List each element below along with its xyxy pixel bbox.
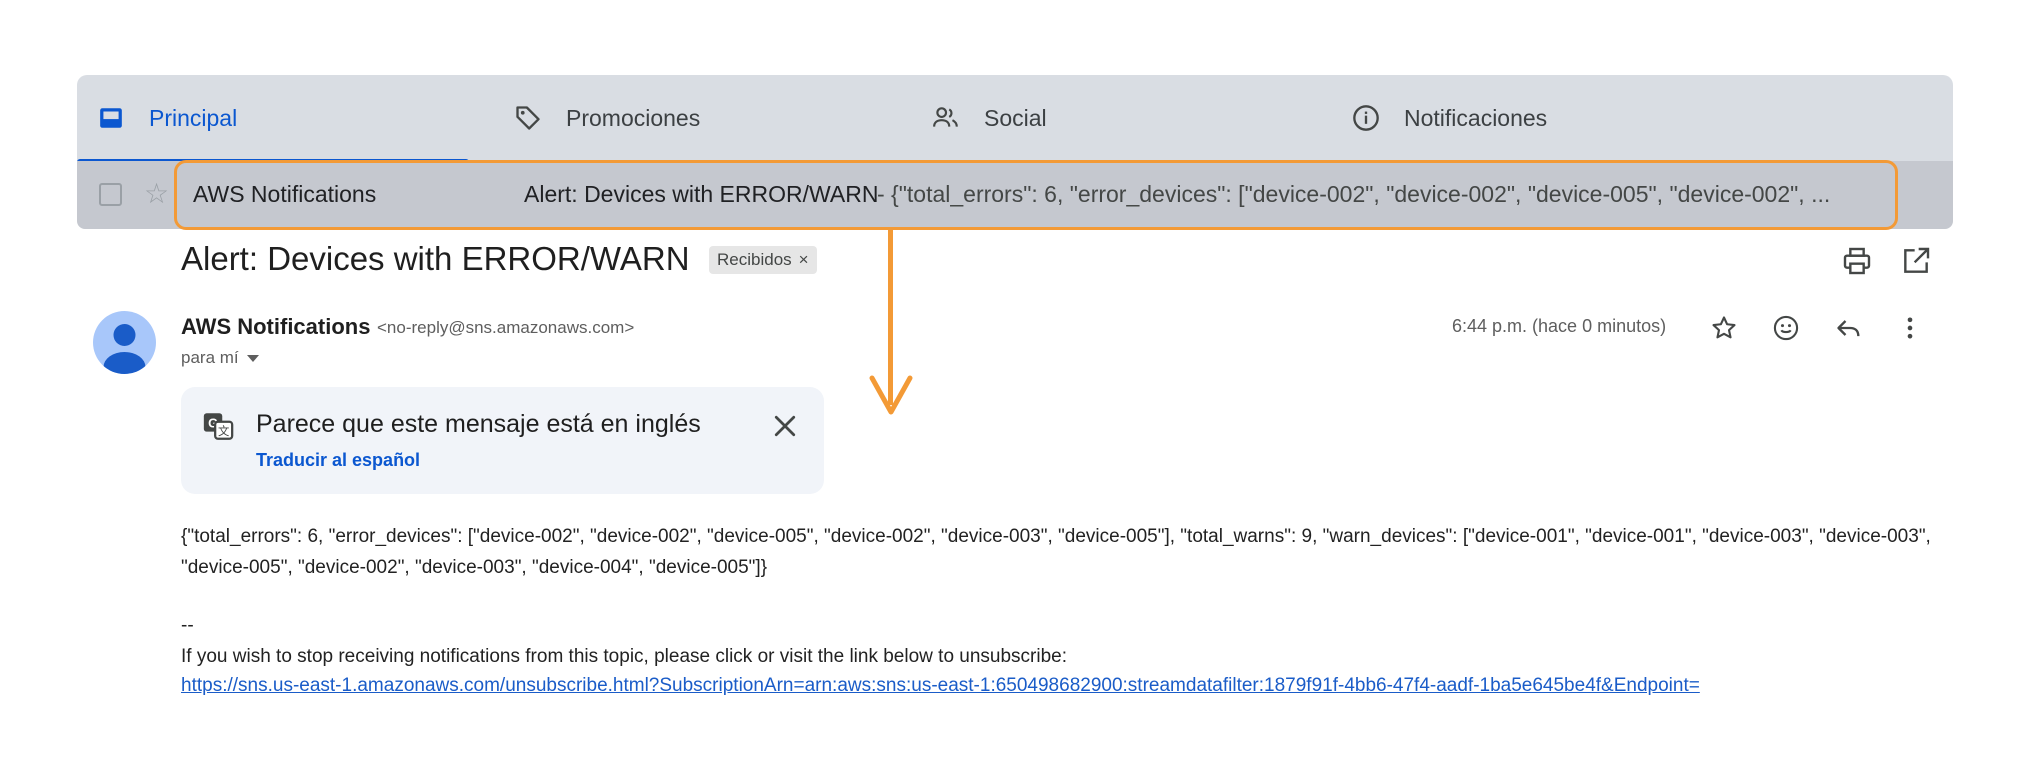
tag-icon [514,104,542,132]
email-list-row[interactable]: ☆ AWS Notifications Alert: Devices with … [77,161,1953,229]
tab-principal[interactable]: Principal [77,75,469,163]
recipient-text: para mí [181,348,239,367]
translate-link[interactable]: Traducir al español [256,450,420,471]
recipient-details-toggle[interactable]: para mí [181,348,259,368]
row-subject: Alert: Devices with ERROR/WARN [524,181,879,207]
unsubscribe-link[interactable]: https://sns.us-east-1.amazonaws.com/unsu… [181,675,1700,697]
info-icon [1352,104,1380,132]
inbox-label-chip: Recibidos × [709,246,817,274]
inbox-icon [97,104,125,132]
reply-icon[interactable] [1832,311,1866,345]
open-in-new-window-icon[interactable] [1900,245,1932,277]
tab-promociones[interactable]: Promociones [514,75,700,161]
star-icon[interactable] [1707,311,1741,345]
tab-label: Notificaciones [1404,104,1548,131]
row-checkbox[interactable] [99,183,122,206]
star-icon[interactable]: ☆ [144,179,169,209]
row-snippet: - {"total_errors": 6, "error_devices": [… [877,181,1831,207]
emoji-reaction-icon[interactable] [1769,311,1803,345]
avatar[interactable] [93,311,156,374]
signature-separator: -- [181,615,194,636]
chevron-down-icon [246,354,259,362]
translate-banner: G文 Parece que este mensaje está en inglé… [181,387,824,494]
translate-message: Parece que este mensaje está en inglés [256,410,701,438]
tab-label: Social [984,104,1047,131]
unsubscribe-text: If you wish to stop receiving notificati… [181,646,1068,667]
translate-icon: G文 [201,409,235,443]
tab-social[interactable]: Social [932,75,1047,161]
svg-text:文: 文 [218,424,229,438]
label-chip-text: Recibidos [717,250,792,269]
message-subject: Alert: Devices with ERROR/WARN [181,240,690,277]
more-options-icon[interactable] [1893,311,1927,345]
message-body-json: {"total_errors": 6, "error_devices": ["d… [181,526,1931,578]
remove-label-icon[interactable]: × [799,250,809,270]
tab-label: Promociones [566,104,701,131]
people-icon [932,104,960,132]
tab-label: Principal [149,104,238,131]
sender-name: AWS Notifications [181,314,371,339]
sender-email: <no-reply@sns.amazonaws.com> [377,318,635,337]
inbox-category-tabs: Principal Promociones Social Notificacio… [77,75,1953,163]
close-icon[interactable] [770,411,800,441]
print-icon[interactable] [1841,245,1873,277]
annotation-arrow-head [869,375,913,415]
row-sender: AWS Notifications [193,181,377,207]
message-timestamp: 6:44 p.m. (hace 0 minutos) [1452,316,1667,336]
tab-notificaciones[interactable]: Notificaciones [1352,75,1547,161]
